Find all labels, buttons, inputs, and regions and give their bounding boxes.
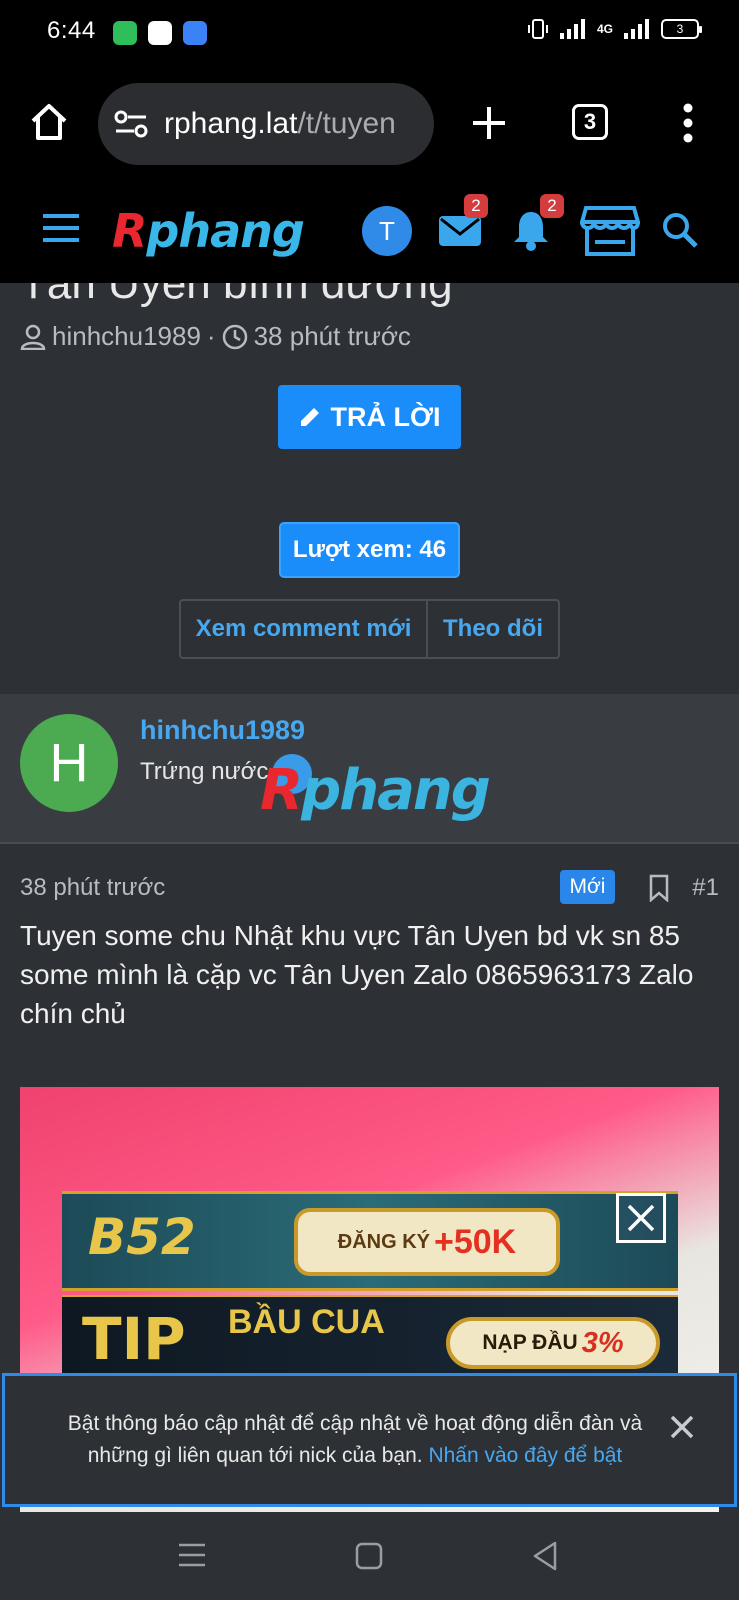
url-path: /t/tuyen bbox=[297, 107, 396, 140]
post-header: 38 phút trước Mới #1 bbox=[20, 870, 719, 906]
new-tab-icon[interactable] bbox=[470, 104, 508, 142]
thread-title: Tân Uyên bình dương bbox=[20, 283, 453, 308]
pencil-icon bbox=[301, 408, 320, 426]
ad-banner-b52[interactable]: B52 ĐĂNG KÝ +50K bbox=[62, 1191, 678, 1291]
view-count-badge: Lượt xem: 46 bbox=[279, 522, 460, 578]
thread-meta: hinhchu1989 · 38 phút trước bbox=[20, 321, 411, 352]
post-body: Tuyen some chu Nhật khu vực Tân Uyen bd … bbox=[20, 920, 694, 1029]
poster-username[interactable]: hinhchu1989 bbox=[140, 715, 305, 746]
ad-register-button[interactable]: ĐĂNG KÝ +50K bbox=[294, 1208, 560, 1276]
ad-deposit-percent: 3% bbox=[581, 1326, 624, 1359]
notice-text-block: Bật thông báo cập nhật để cập nhật về ho… bbox=[45, 1408, 665, 1472]
watermark-letter: R bbox=[260, 758, 303, 823]
thread-content: Tân Uyên bình dương hinhchu1989 · 38 phú… bbox=[0, 283, 739, 1512]
ad-banner-tip[interactable]: TIP BẦU CUA NẠP ĐẦU 3% bbox=[62, 1295, 678, 1375]
recent-apps-icon[interactable] bbox=[178, 1542, 206, 1568]
thread-actions: Xem comment mới Theo dõi bbox=[179, 599, 560, 659]
enable-notifications-link[interactable]: Nhấn vào đây để bật bbox=[428, 1444, 622, 1467]
ad-register-text: ĐĂNG KÝ bbox=[337, 1230, 430, 1253]
forum-header: Rphang T 2 2 bbox=[0, 182, 739, 283]
user-avatar[interactable]: T bbox=[362, 206, 412, 256]
logo-text: phang bbox=[146, 204, 304, 258]
browser-toolbar: rphang.lat/t/tuyen 3 bbox=[0, 64, 739, 182]
follow-button[interactable]: Theo dõi bbox=[428, 601, 558, 657]
watermark-text: phang bbox=[301, 758, 491, 823]
back-icon[interactable] bbox=[532, 1541, 558, 1571]
home-icon[interactable] bbox=[28, 102, 70, 142]
user-icon bbox=[20, 324, 46, 350]
ad-bau-cua-text: BẦU CUA bbox=[228, 1303, 385, 1341]
url-host: rphang.lat bbox=[164, 107, 298, 140]
store-icon[interactable] bbox=[580, 204, 640, 258]
bookmark-icon[interactable] bbox=[648, 874, 670, 902]
latest-comments-button[interactable]: Xem comment mới bbox=[181, 601, 428, 657]
reply-label: TRẢ LỜI bbox=[330, 401, 441, 432]
ad-b52-logo: B52 bbox=[88, 1208, 196, 1266]
ad-close-button[interactable] bbox=[616, 1193, 666, 1243]
poster-avatar[interactable]: H bbox=[20, 714, 118, 812]
push-notification-notice: Bật thông báo cập nhật để cập nhật về ho… bbox=[2, 1373, 737, 1507]
battery-icon: 3 bbox=[661, 19, 702, 39]
search-icon[interactable] bbox=[660, 210, 700, 250]
ad-deposit-text: NẠP ĐẦU bbox=[482, 1331, 578, 1354]
site-logo[interactable]: Rphang bbox=[112, 204, 305, 258]
ad-deposit-button[interactable]: NẠP ĐẦU 3% bbox=[446, 1317, 660, 1369]
more-menu-icon[interactable] bbox=[680, 102, 696, 144]
ad-register-bonus: +50K bbox=[434, 1222, 517, 1261]
battery-saver-icon bbox=[113, 21, 137, 45]
vibrate-icon bbox=[527, 19, 548, 39]
logo-letter: R bbox=[112, 204, 147, 258]
thread-author[interactable]: hinhchu1989 bbox=[52, 321, 201, 352]
ad-tip-logo: TIP bbox=[82, 1305, 186, 1373]
close-icon bbox=[627, 1204, 655, 1232]
address-bar[interactable]: rphang.lat/t/tuyen bbox=[98, 83, 434, 165]
tab-switcher-button[interactable]: 3 bbox=[572, 104, 608, 140]
meta-separator: · bbox=[206, 321, 216, 351]
network-type: 4G bbox=[596, 22, 613, 36]
post-time[interactable]: 38 phút trước bbox=[20, 874, 165, 902]
hamburger-menu-icon[interactable] bbox=[42, 212, 80, 244]
inbox-badge: 2 bbox=[464, 194, 488, 218]
zalo-icon bbox=[148, 21, 172, 45]
status-time: 6:44 bbox=[47, 17, 96, 44]
messenger-icon bbox=[183, 21, 207, 45]
signal-2-icon bbox=[624, 19, 649, 39]
site-watermark: Rphang bbox=[260, 758, 491, 823]
reply-button[interactable]: TRẢ LỜI bbox=[278, 385, 461, 449]
thread-time[interactable]: 38 phút trước bbox=[254, 321, 411, 352]
status-bar: 6:44 4G 3 bbox=[0, 0, 739, 64]
site-settings-icon[interactable] bbox=[114, 109, 148, 139]
clock-icon bbox=[222, 324, 247, 349]
close-icon[interactable] bbox=[669, 1414, 695, 1440]
alerts-badge: 2 bbox=[540, 194, 564, 218]
home-button-icon[interactable] bbox=[355, 1542, 383, 1570]
post-number[interactable]: #1 bbox=[692, 874, 719, 902]
url-text: rphang.lat/t/tuyen bbox=[164, 107, 396, 141]
post-user-bar: H hinhchu1989 Trứng nước Rphang bbox=[0, 694, 739, 844]
signal-icon bbox=[559, 19, 585, 39]
system-nav-bar bbox=[0, 1512, 739, 1600]
new-badge: Mới bbox=[560, 870, 615, 904]
poster-title: Trứng nước bbox=[140, 758, 269, 785]
